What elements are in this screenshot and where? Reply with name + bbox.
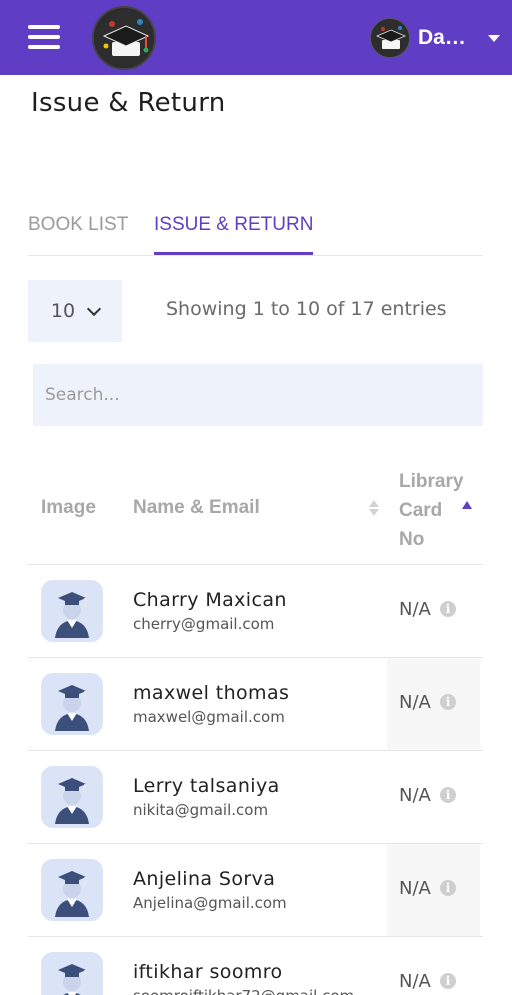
graduate-avatar-icon bbox=[41, 859, 103, 921]
column-header-library-card-line3: No bbox=[399, 529, 425, 550]
member-email: cherry@gmail.com bbox=[133, 615, 275, 633]
chevron-down-icon bbox=[87, 301, 102, 316]
library-card-number: N/A bbox=[399, 692, 431, 713]
user-name[interactable]: Das... bbox=[418, 26, 474, 50]
member-name: Charry Maxican bbox=[133, 589, 287, 611]
app-logo[interactable] bbox=[92, 6, 156, 70]
table-row[interactable]: Anjelina Sorva Anjelina@gmail.com N/A i bbox=[28, 844, 483, 937]
tab-bar: BOOK LIST ISSUE & RETURN bbox=[28, 208, 483, 256]
top-navbar: Das... bbox=[0, 0, 512, 75]
column-header-library-card-line1: Library bbox=[399, 471, 464, 492]
graduate-avatar-icon bbox=[41, 952, 103, 995]
table-row[interactable]: Lerry talsaniya nikita@gmail.com N/A i bbox=[28, 751, 483, 844]
info-icon[interactable]: i bbox=[440, 880, 456, 896]
info-icon[interactable]: i bbox=[440, 601, 456, 617]
column-header-image: Image bbox=[41, 497, 96, 518]
search-input[interactable] bbox=[33, 364, 483, 426]
table-body: Charry Maxican cherry@gmail.com N/A i maxwel… bbox=[28, 565, 483, 995]
table-row[interactable]: maxwel thomas maxwel@gmail.com N/A i bbox=[28, 658, 483, 751]
library-card-number: N/A bbox=[399, 878, 431, 899]
info-icon[interactable]: i bbox=[440, 973, 456, 989]
graduate-avatar-icon bbox=[41, 766, 103, 828]
column-header-library-card[interactable]: Library Card No bbox=[399, 467, 463, 554]
user-avatar bbox=[370, 18, 410, 58]
library-card-number: N/A bbox=[399, 599, 431, 620]
column-header-name-email[interactable]: Name & Email bbox=[133, 497, 260, 519]
member-name: Anjelina Sorva bbox=[133, 868, 276, 890]
tab-book-list[interactable]: BOOK LIST bbox=[28, 214, 128, 255]
member-name: maxwel thomas bbox=[133, 682, 290, 704]
table-row[interactable]: iftikhar soomro soomroiftikhar72@gmail.co… bbox=[28, 937, 483, 995]
menu-icon[interactable] bbox=[28, 25, 60, 49]
member-email: maxwel@gmail.com bbox=[133, 708, 285, 726]
table-row[interactable]: Charry Maxican cherry@gmail.com N/A i bbox=[28, 565, 483, 658]
table-header: Image Name & Email Library Card No bbox=[28, 455, 483, 565]
library-card-number: N/A bbox=[399, 971, 431, 992]
member-email: Anjelina@gmail.com bbox=[133, 894, 287, 912]
member-email: soomroiftikhar72@gmail.com bbox=[133, 987, 354, 995]
page-length-value: 10 bbox=[50, 300, 76, 322]
info-icon[interactable]: i bbox=[440, 694, 456, 710]
caret-down-icon[interactable] bbox=[488, 34, 500, 42]
page-length-select[interactable]: 10 bbox=[28, 280, 122, 342]
member-name: Lerry talsaniya bbox=[133, 775, 280, 797]
tab-issue-return[interactable]: ISSUE & RETURN bbox=[154, 214, 314, 255]
table-info: Showing 1 to 10 of 17 entries bbox=[166, 298, 447, 320]
user-menu[interactable]: Das... bbox=[370, 18, 500, 58]
info-icon[interactable]: i bbox=[440, 787, 456, 803]
graduate-avatar-icon bbox=[41, 580, 103, 642]
graduate-avatar-icon bbox=[41, 673, 103, 735]
sort-icon[interactable] bbox=[369, 500, 379, 518]
page-title: Issue & Return bbox=[31, 88, 226, 118]
member-email: nikita@gmail.com bbox=[133, 801, 269, 819]
column-header-library-card-line2: Card bbox=[399, 500, 443, 521]
member-name: iftikhar soomro bbox=[133, 961, 283, 983]
library-card-number: N/A bbox=[399, 785, 431, 806]
sort-ascending-icon[interactable] bbox=[462, 501, 472, 509]
